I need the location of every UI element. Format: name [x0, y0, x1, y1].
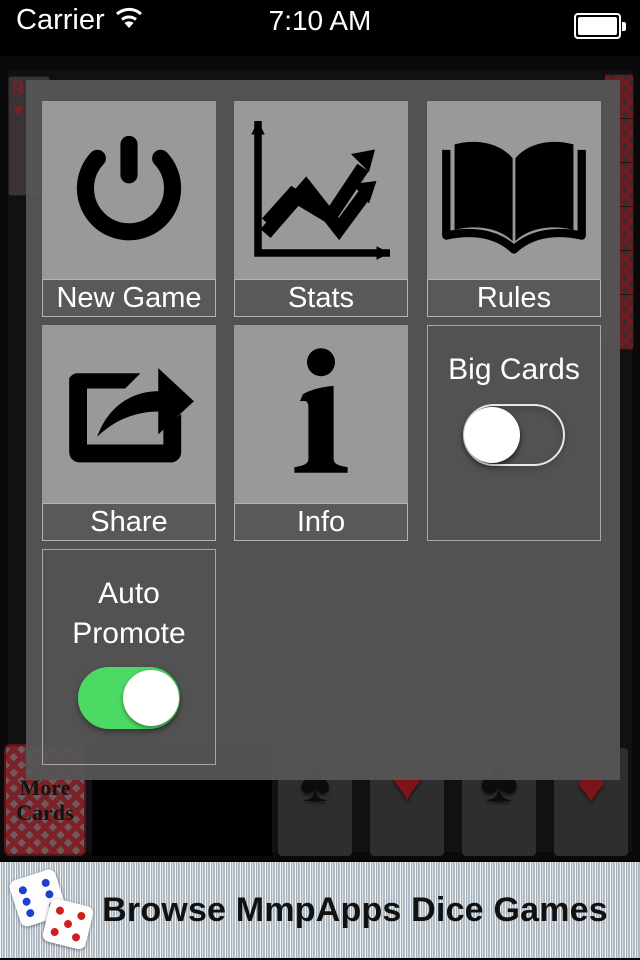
- toggle-knob: [123, 670, 179, 727]
- menu-item-share[interactable]: Share: [42, 325, 216, 541]
- open-book-icon: [427, 101, 601, 279]
- menu-label-stats: Stats: [234, 279, 408, 317]
- menu-item-rules[interactable]: Rules: [427, 101, 601, 317]
- menu-label-new-game: New Game: [42, 279, 216, 317]
- setting-auto-promote[interactable]: Auto Promote: [42, 549, 216, 765]
- setting-big-cards[interactable]: Big Cards: [427, 325, 601, 541]
- settings-overlay-panel: New Game Stats Rules Share Info Big Card…: [26, 80, 620, 780]
- battery-level-fill: [578, 17, 617, 35]
- power-icon: [42, 101, 216, 279]
- app-screen: 9 ♥ More Cards ♠ ♥ ♣ ♦ New Game Stats Ru…: [0, 0, 640, 960]
- menu-item-new-game[interactable]: New Game: [42, 101, 216, 317]
- status-bar: Carrier 7:10 AM: [0, 0, 640, 56]
- auto-promote-label-line1: Auto: [98, 577, 160, 610]
- menu-label-rules: Rules: [427, 279, 601, 317]
- menu-label-info: Info: [234, 503, 408, 541]
- battery-icon: [574, 13, 626, 39]
- line-chart-icon: [234, 101, 408, 279]
- battery-outline: [574, 13, 621, 39]
- menu-label-share: Share: [42, 503, 216, 541]
- status-bar-time: 7:10 AM: [268, 5, 372, 36]
- share-arrow-icon: [42, 325, 216, 503]
- toggle-knob: [464, 406, 520, 463]
- menu-item-info[interactable]: Info: [234, 325, 408, 541]
- menu-item-stats[interactable]: Stats: [234, 101, 408, 317]
- big-cards-label: Big Cards: [448, 353, 580, 386]
- info-i-icon: [234, 325, 408, 503]
- card-rank: 9: [12, 76, 24, 102]
- big-cards-toggle[interactable]: [463, 403, 565, 466]
- card-suit-icon: ♥: [13, 100, 24, 120]
- auto-promote-label-line2: Promote: [72, 616, 186, 650]
- battery-terminal: [622, 22, 626, 31]
- ad-banner[interactable]: Browse MmpApps Dice Games: [0, 860, 640, 960]
- more-cards-label-line2: Cards: [16, 800, 74, 825]
- dice-pair-icon: [6, 867, 126, 956]
- auto-promote-toggle[interactable]: [78, 667, 180, 730]
- red-die: [41, 897, 95, 951]
